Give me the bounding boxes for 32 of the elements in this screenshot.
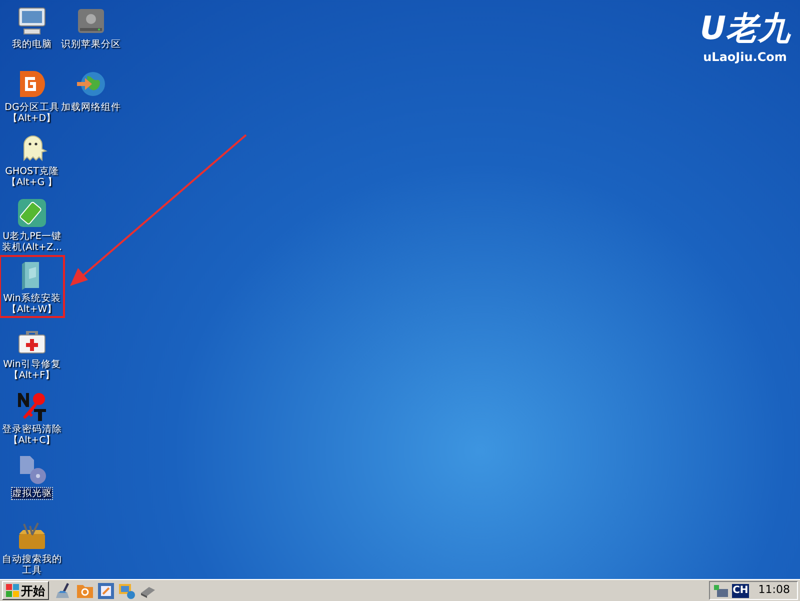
desktop-icon[interactable]: 自动搜索我的 工具: [1, 518, 63, 577]
desktop-icon[interactable]: U老九PE一键 装机(Alt+Z...: [1, 195, 63, 254]
desktop-icon[interactable]: 识别苹果分区: [60, 3, 122, 51]
desktop-icon[interactable]: GHOST克隆 【Alt+G 】: [1, 130, 63, 189]
network-icon[interactable]: [118, 582, 136, 600]
computer-icon: [16, 5, 48, 37]
desktop-icon[interactable]: 加载网络组件: [60, 66, 122, 114]
icon-label: 自动搜索我的 工具: [2, 554, 62, 576]
icon-label: U老九PE一键 装机(Alt+Z...: [2, 231, 62, 253]
icon-label: Win引导修复 【Alt+F】: [3, 359, 61, 381]
desktop-icon[interactable]: 登录密码清除 【Alt+C】: [1, 388, 63, 447]
start-logo-icon: [6, 584, 19, 597]
icon-label: 加载网络组件: [61, 102, 121, 113]
icon-label: 登录密码清除 【Alt+C】: [2, 424, 62, 446]
toolbox-icon: [16, 520, 48, 552]
usb-drive-icon: [16, 197, 48, 229]
network-tray-icon: [712, 582, 729, 598]
logo-title: U老九: [700, 12, 790, 44]
desktop-icon[interactable]: 虚拟光驱: [1, 452, 63, 500]
icon-label: DG分区工具 【Alt+D】: [4, 102, 60, 124]
logo-subtitle: uLaoJiu.Com: [703, 49, 787, 66]
start-button[interactable]: 开始: [2, 581, 49, 600]
icon-label: GHOST克隆 【Alt+G 】: [5, 166, 59, 188]
icon-label: 我的电脑: [12, 39, 52, 50]
screenshot-icon[interactable]: [97, 582, 115, 600]
clock: 11:08: [758, 582, 790, 598]
desktop-icon[interactable]: Win引导修复 【Alt+F】: [1, 323, 63, 382]
language-indicator[interactable]: CH: [732, 584, 750, 598]
icon-label: 识别苹果分区: [61, 39, 121, 50]
icon-label: Win系统安装 【Alt+W】: [3, 293, 61, 315]
key-icon: [16, 390, 48, 422]
icon-label: 虚拟光驱: [12, 488, 52, 499]
